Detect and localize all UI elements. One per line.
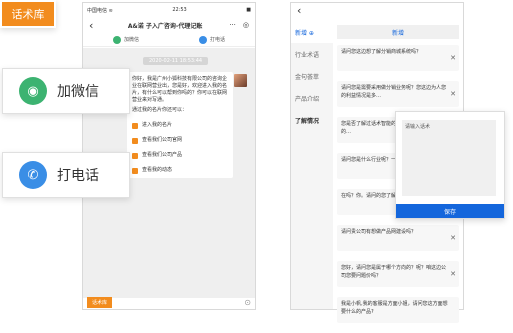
callout-add-wechat: ◉ 加微信 xyxy=(2,68,130,114)
menu-item-label: 查看我的动态 xyxy=(142,167,173,173)
menu-item-label: 查看我们公司产品 xyxy=(142,152,183,158)
add-script-modal: 请输入话术 保存 xyxy=(395,111,505,219)
menu-item-card[interactable]: 进入我的名片 xyxy=(132,122,228,129)
action-bar: 加微信 打电话 xyxy=(83,33,255,47)
message-timestamp: 2020-02-11 18:53:44 xyxy=(143,57,209,65)
list-item[interactable]: 请问贵公司有想做产品网建设吗？ ✕ xyxy=(337,225,459,251)
message-subtext: 通过我的名片你还可以： xyxy=(132,107,188,113)
message-text: 你好，我是广州小狐科技有限公司的咨询企业在联网营业出，您是好，欢迎进入我的名片，… xyxy=(132,76,228,103)
add-wechat-label: 加微信 xyxy=(123,37,139,43)
call-button[interactable]: 打电话 xyxy=(198,35,225,44)
card-icon xyxy=(132,122,138,129)
callout-phone-label: 打电话 xyxy=(57,168,99,184)
wechat-icon xyxy=(112,35,121,44)
chat-title: A&诺 子入广咨询-代理记账 xyxy=(127,22,203,30)
sidebar-item-terms[interactable]: 行业术语 xyxy=(291,43,333,65)
call-label: 打电话 xyxy=(209,37,225,43)
list-item[interactable]: 请问您这边想了解分销商城系统吗？ ✕ xyxy=(337,45,459,71)
script-input[interactable]: 请输入话术 xyxy=(402,120,496,196)
more-icon[interactable]: ··· xyxy=(229,21,236,29)
menu-item-website[interactable]: 查看我们公司官网 xyxy=(132,137,228,144)
scripts-navbar: ‹ xyxy=(291,3,463,17)
script-library-button[interactable]: 话术库 xyxy=(87,296,113,308)
feed-icon xyxy=(132,167,138,174)
script-text: 请问您这边想了解分销商城系统吗？ xyxy=(341,49,422,55)
script-text: 请问您是需要采用做分销业务呢？您这边为人您的利益情况是多… xyxy=(341,85,447,99)
carrier-label: 中国电信 ≋ xyxy=(87,7,113,14)
avatar[interactable] xyxy=(234,74,247,87)
phone-icon: ✆ xyxy=(19,161,47,189)
battery-icon: ■ xyxy=(246,7,251,13)
camera-icon[interactable]: ⊙ xyxy=(244,298,251,307)
back-icon[interactable]: ‹ xyxy=(297,4,309,17)
list-item[interactable]: 我是小帆,我的客服是方面小姐，请问您这方面想要什么的产品? xyxy=(337,297,459,323)
callout-call: ✆ 打电话 xyxy=(2,152,130,198)
chat-navbar: ‹ A&诺 子入广咨询-代理记账 ··· ◎ xyxy=(83,17,255,33)
close-icon[interactable]: ✕ xyxy=(450,270,456,278)
target-icon[interactable]: ◎ xyxy=(243,21,249,29)
add-script-button[interactable]: 新增 xyxy=(337,25,459,39)
clock: 22:53 xyxy=(172,7,187,13)
menu-item-products[interactable]: 查看我们公司产品 xyxy=(132,152,228,159)
phone-icon xyxy=(198,35,207,44)
chat-bottom-bar: 话术库 ⊙ xyxy=(83,295,255,309)
save-button[interactable]: 保存 xyxy=(396,204,504,218)
sidebar-item-products[interactable]: 产品介绍 xyxy=(291,87,333,109)
close-icon[interactable]: ✕ xyxy=(450,90,456,98)
callout-wechat-label: 加微信 xyxy=(57,84,99,100)
menu-item-label: 查看我们公司官网 xyxy=(142,137,183,143)
add-wechat-button[interactable]: 加微信 xyxy=(112,35,139,44)
status-bar: 中国电信 ≋ 22:53 ■ xyxy=(83,3,255,17)
menu-item-label: 进入我的名片 xyxy=(142,122,173,128)
script-text: 请问贵公司有想做产品网建设吗？ xyxy=(341,229,417,235)
script-text: 我是小帆,我的客服是方面小姐，请问您这方面想要什么的产品? xyxy=(341,301,448,315)
web-icon xyxy=(132,137,138,144)
close-icon[interactable]: ✕ xyxy=(450,234,456,242)
callout-script-library: 话术库 xyxy=(0,0,56,28)
product-icon xyxy=(132,152,138,159)
right-phone-scripts: ‹ 新增 ⊕ 行业术语 金句荟萃 产品介绍 了解情况 新增 请问您这边想了解分销… xyxy=(290,2,505,323)
script-category-sidebar: 新增 ⊕ 行业术语 金句荟萃 产品介绍 了解情况 xyxy=(291,21,333,309)
sidebar-item-situation[interactable]: 了解情况 xyxy=(291,109,333,131)
menu-item-feed[interactable]: 查看我的动态 xyxy=(132,167,228,174)
back-icon[interactable]: ‹ xyxy=(89,19,101,32)
message-bubble: 你好，我是广州小狐科技有限公司的咨询企业在联网营业出，您是好，欢迎进入我的名片，… xyxy=(127,72,233,178)
sidebar-item-add[interactable]: 新增 ⊕ xyxy=(291,21,333,43)
wechat-icon: ◉ xyxy=(19,77,47,105)
sidebar-item-quotes[interactable]: 金句荟萃 xyxy=(291,65,333,87)
script-text: 您好，请问您是属于哪个方向的？呢？咱这边公司您要问题价吗？ xyxy=(341,265,447,279)
list-item[interactable]: 您好，请问您是属于哪个方向的？呢？咱这边公司您要问题价吗？ ✕ xyxy=(337,261,459,287)
list-item[interactable]: 请问您是需要采用做分销业务呢？您这边为人您的利益情况是多… ✕ xyxy=(337,81,459,107)
close-icon[interactable]: ✕ xyxy=(450,54,456,62)
